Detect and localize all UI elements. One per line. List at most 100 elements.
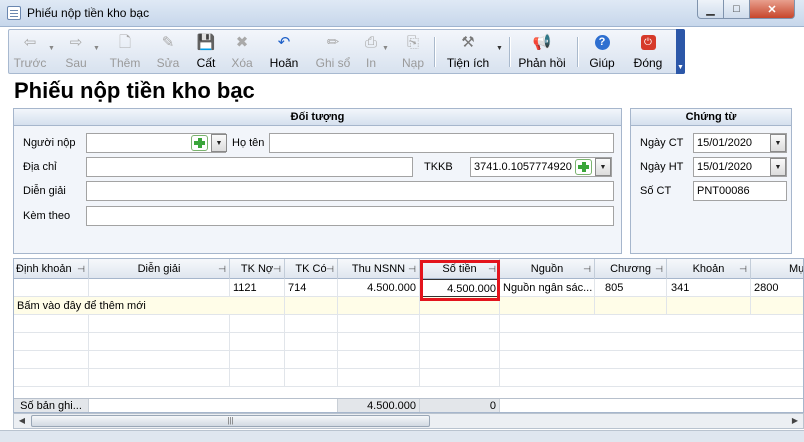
print-dropdown-icon[interactable]: ▼ [382, 45, 389, 52]
col-header-debit[interactable]: TK Nợ ⊣ [230, 259, 285, 279]
close-form-button[interactable]: ⏻ Đóng [631, 32, 665, 72]
floppy-disk-icon: 💾 [196, 33, 216, 51]
pin-icon[interactable]: ⊣ [583, 259, 591, 279]
edit-button[interactable]: ✎ Sửa [153, 32, 183, 72]
state-revenue-total: 4.500.000 [338, 399, 420, 412]
load-button[interactable]: ⎘ Nạp [399, 32, 427, 72]
edit-document-icon: ✎ [161, 33, 175, 51]
tools-icon: ⚒ [461, 33, 475, 51]
utilities-button[interactable]: ⚒ Tiện ích [445, 32, 491, 72]
grid-summary-row: Số bản ghi... 4.500.000 0 [14, 398, 803, 412]
empty-row [14, 315, 803, 333]
help-icon: ? [594, 32, 610, 52]
col-header-state-revenue[interactable]: Thu NSNN ⊣ [338, 259, 420, 279]
voucher-date-dropdown-button[interactable]: ▼ [770, 134, 786, 152]
delete-document-icon: ✖ [235, 33, 249, 51]
title-bar: Phiếu nộp tiền kho bạc ▁ □ ✕ [0, 0, 804, 27]
address-input[interactable] [86, 157, 413, 177]
undo-button[interactable]: ↶ Hoãn [267, 32, 301, 72]
voucher-panel-header: Chứng từ [631, 109, 791, 126]
close-window-button[interactable]: ✕ [750, 0, 795, 19]
add-payer-plus-icon[interactable] [191, 135, 208, 151]
horizontal-scrollbar[interactable]: ◀ ||| ▶ [13, 413, 804, 429]
col-header-credit[interactable]: TK Có ⊣ [285, 259, 338, 279]
amount-total: 0 [420, 399, 500, 412]
status-bar [0, 430, 804, 442]
megaphone-icon: 📢 [532, 33, 552, 51]
add-new-row-hint: Bấm vào đây để thêm mới [17, 300, 146, 312]
col-header-chapter[interactable]: Chương ⊣ [595, 259, 667, 279]
prev-button[interactable]: ⇦ Trước [12, 32, 48, 72]
col-header-account[interactable]: Định khoản ⊣ [14, 259, 89, 279]
voucher-date-label: Ngày CT [640, 137, 684, 149]
power-icon: ⏻ [640, 32, 656, 52]
subject-panel-header: Đối tượng [14, 109, 621, 126]
chevron-down-icon: ▼ [774, 139, 782, 147]
attachment-input[interactable] [86, 206, 614, 226]
name-label: Họ tên [232, 137, 265, 149]
help-button[interactable]: ? Giúp [587, 32, 617, 72]
scroll-thumb[interactable]: ||| [31, 415, 430, 427]
payer-dropdown-button[interactable]: ▼ [211, 134, 227, 152]
load-document-icon: ⎘ [406, 33, 419, 51]
add-tkkb-plus-icon[interactable] [575, 159, 592, 175]
name-input[interactable] [269, 133, 614, 153]
add-new-row[interactable]: Bấm vào đây để thêm mới [14, 297, 803, 315]
pin-icon[interactable]: ⊣ [739, 259, 747, 279]
toolbar-overflow-grip[interactable]: ▼ [676, 29, 685, 74]
add-button[interactable]: 🗋 Thêm [107, 32, 143, 72]
pin-icon[interactable]: ⊣ [77, 259, 85, 279]
arrow-right-icon: ⇨ [69, 33, 83, 51]
utilities-dropdown-icon[interactable]: ▼ [496, 45, 503, 52]
undo-arrow-icon: ↶ [277, 33, 291, 51]
pencil-icon: ✏ [326, 33, 340, 51]
posting-date-label: Ngày HT [640, 161, 684, 173]
pin-icon[interactable]: ⊣ [273, 259, 281, 279]
next-dropdown-icon[interactable]: ▼ [93, 45, 100, 52]
voucher-panel: Chứng từ Ngày CT 15/01/2020 ▼ Ngày HT 15… [630, 108, 792, 254]
print-button[interactable]: ⎙ In [361, 32, 381, 72]
toolbar-separator [577, 37, 578, 67]
post-ledger-button[interactable]: ✏ Ghi sổ [314, 32, 352, 72]
pin-icon[interactable]: ⊣ [408, 259, 416, 279]
toolbar-separator [434, 37, 435, 67]
subject-panel: Đối tượng Người nộp ▼ Họ tên Địa chỉ TKK… [13, 108, 622, 254]
delete-button[interactable]: ✖ Xóa [227, 32, 257, 72]
toolbar-separator [509, 37, 510, 67]
scroll-left-icon[interactable]: ◀ [15, 415, 29, 427]
window-title: Phiếu nộp tiền kho bạc [27, 6, 150, 20]
page-title: Phiếu nộp tiền kho bạc [14, 78, 255, 103]
overflow-chevron-icon: ▼ [677, 64, 684, 71]
save-button[interactable]: 💾 Cất [191, 32, 221, 72]
col-header-section[interactable]: Mục [751, 259, 803, 279]
record-count-label: Số bản ghi... [14, 399, 89, 412]
col-header-item[interactable]: Khoản ⊣ [667, 259, 751, 279]
pin-icon[interactable]: ⊣ [218, 259, 226, 279]
pin-icon[interactable]: ⊣ [326, 259, 334, 279]
minimize-button[interactable]: ▁ [697, 0, 724, 19]
next-button[interactable]: ⇨ Sau [61, 32, 91, 72]
chevron-down-icon: ▼ [774, 163, 782, 171]
entries-grid: Định khoản ⊣ Diễn giải ⊣ TK Nợ ⊣ TK Có ⊣ Thu… [13, 258, 804, 413]
attachment-label: Kèm theo [23, 210, 71, 222]
empty-row [14, 369, 803, 387]
table-row[interactable]: 1121 714 4.500.000 4.500.000 Nguồn ngân … [14, 279, 803, 297]
description-input[interactable] [86, 181, 614, 201]
payer-label: Người nộp [23, 137, 76, 149]
col-header-source[interactable]: Nguồn ⊣ [500, 259, 595, 279]
col-header-description[interactable]: Diễn giải ⊣ [89, 259, 230, 279]
new-document-icon: 🗋 [118, 33, 132, 51]
voucher-number-input[interactable]: PNT00086 [693, 181, 787, 201]
description-label: Diễn giải [23, 185, 66, 197]
arrow-left-icon: ⇦ [23, 33, 37, 51]
scroll-right-icon[interactable]: ▶ [788, 415, 802, 427]
chevron-down-icon: ▼ [215, 139, 223, 147]
tkkb-dropdown-button[interactable]: ▼ [595, 158, 611, 176]
pin-icon[interactable]: ⊣ [655, 259, 663, 279]
posting-date-dropdown-button[interactable]: ▼ [770, 158, 786, 176]
amount-column-highlight [420, 260, 500, 301]
grid-header: Định khoản ⊣ Diễn giải ⊣ TK Nợ ⊣ TK Có ⊣ Thu… [14, 259, 803, 279]
maximize-button[interactable]: □ [724, 0, 750, 19]
prev-dropdown-icon[interactable]: ▼ [48, 45, 55, 52]
feedback-button[interactable]: 📢 Phản hồi [517, 32, 567, 72]
